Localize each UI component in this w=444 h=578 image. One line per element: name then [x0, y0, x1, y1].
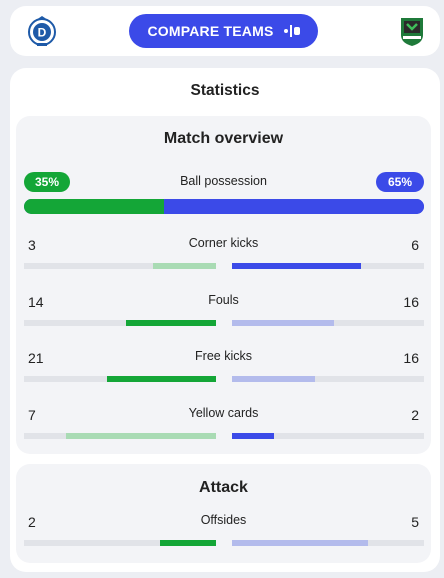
fouls-away-value: 16	[403, 293, 419, 310]
stat-row-yellow-cards: 7 Yellow cards 2	[16, 403, 431, 443]
stat-row-offsides: 2 Offsides 5	[16, 510, 431, 550]
fouls-away-track	[232, 319, 424, 326]
svg-text:D: D	[38, 26, 47, 40]
offsides-away-value: 5	[411, 514, 419, 530]
yellow-cards-away-bar	[232, 432, 275, 439]
attack-title: Attack	[199, 479, 248, 496]
attack-section: Attack 2 Offsides 5	[16, 464, 431, 563]
stat-row-free-kicks: 21 Free kicks 16	[16, 346, 431, 386]
free-kicks-away-track	[232, 376, 424, 382]
statistics-title: Statistics	[190, 82, 260, 99]
fouls-home-track	[24, 319, 216, 326]
match-overview-section: Match overview 35% Ball possession 65% 3…	[16, 116, 431, 454]
stat-row-corner-kicks: 3 Corner kicks 6	[16, 233, 431, 273]
corner-kicks-away-bar	[232, 263, 361, 269]
yellow-cards-home-bar	[66, 432, 216, 439]
stat-row-fouls: 14 Fouls 16	[16, 290, 431, 330]
yellow-cards-home-track	[24, 432, 216, 439]
compare-icon	[283, 25, 300, 37]
offsides-label: Offsides	[200, 513, 247, 527]
away-possession-fill	[164, 199, 424, 214]
possession-bar	[24, 199, 424, 214]
offsides-home-bar	[160, 540, 216, 546]
away-possession-badge: 65%	[376, 172, 424, 192]
free-kicks-away-bar	[232, 376, 315, 382]
free-kicks-home-bar	[106, 376, 216, 382]
statistics-card: Statistics Match overview 35% Ball posse…	[10, 68, 440, 572]
fouls-label: Fouls	[208, 292, 239, 307]
compare-teams-label: COMPARE TEAMS	[147, 23, 274, 39]
compare-teams-button[interactable]: COMPARE TEAMS	[129, 14, 318, 48]
away-team-logo[interactable]	[396, 15, 428, 47]
corner-kicks-home-track	[24, 263, 216, 269]
offsides-away-bar	[232, 540, 369, 546]
offsides-away-track	[232, 540, 424, 546]
fouls-home-bar	[125, 319, 216, 326]
yellow-cards-away-track	[232, 432, 424, 439]
yellow-cards-away-value: 2	[411, 406, 419, 423]
yellow-cards-label: Yellow cards	[188, 405, 259, 420]
free-kicks-away-value: 16	[403, 350, 419, 366]
home-club-crest-icon: D	[28, 16, 56, 46]
corner-kicks-home-bar	[152, 263, 216, 269]
offsides-home-track	[24, 540, 216, 546]
possession-label: Ball possession	[180, 174, 267, 188]
home-possession-fill	[24, 199, 164, 214]
free-kicks-home-track	[24, 376, 216, 382]
home-team-logo[interactable]: D	[26, 15, 58, 47]
corner-kicks-label: Corner kicks	[188, 236, 259, 250]
free-kicks-label: Free kicks	[195, 349, 252, 363]
fouls-away-bar	[232, 319, 334, 326]
away-club-crest-icon	[401, 18, 423, 46]
match-overview-title: Match overview	[163, 130, 284, 147]
corner-kicks-away-track	[232, 263, 424, 269]
teams-header: D COMPARE TEAMS	[10, 6, 440, 56]
corner-kicks-away-value: 6	[411, 237, 419, 253]
